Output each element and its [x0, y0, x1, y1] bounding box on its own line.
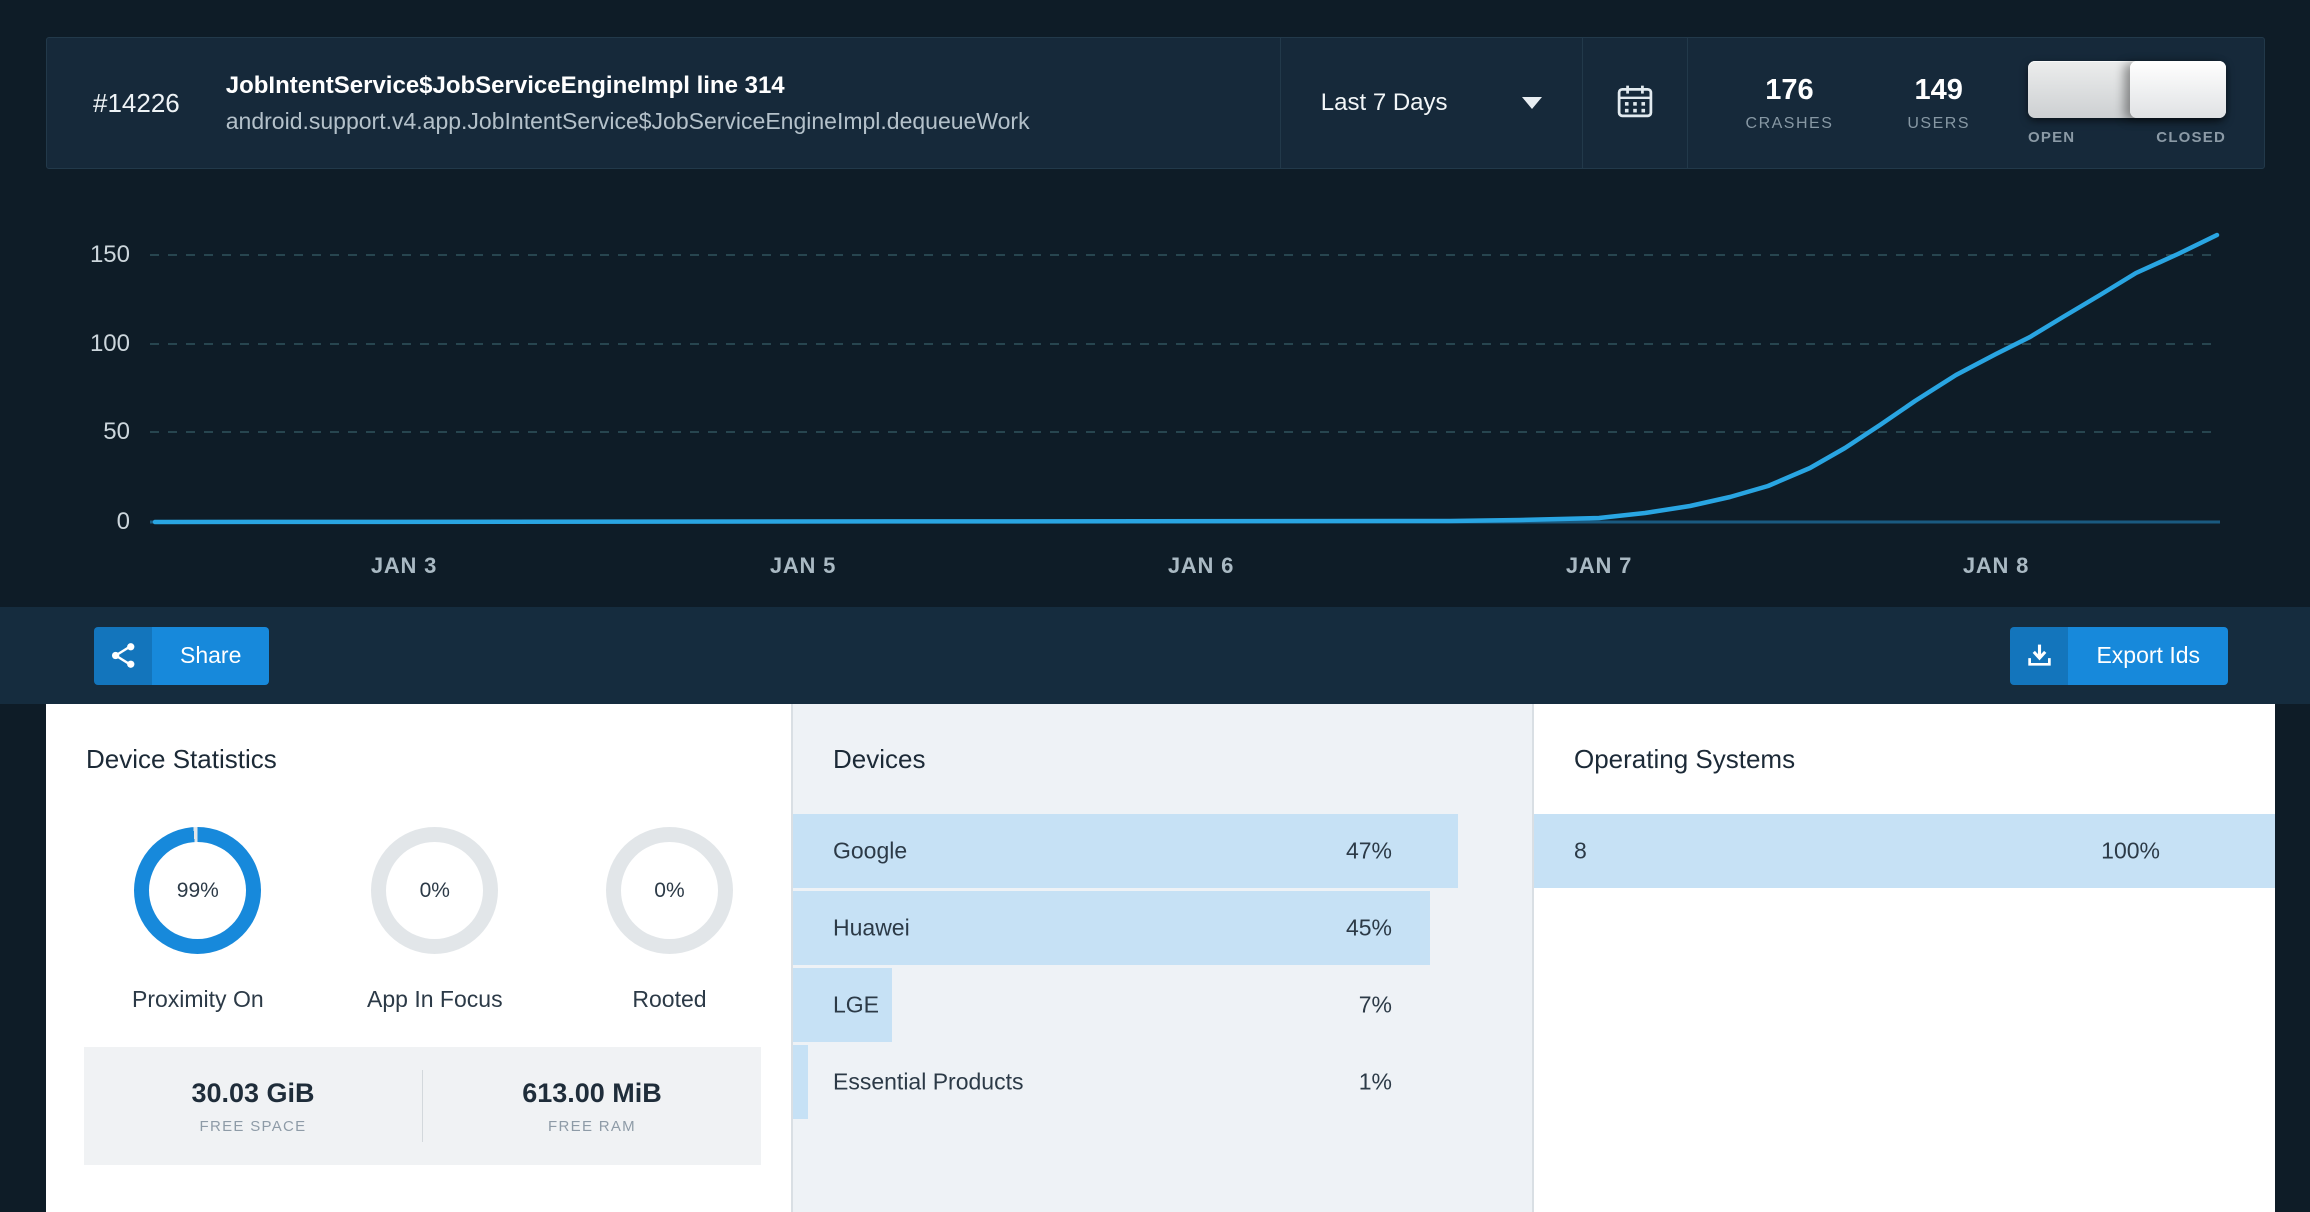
calendar-button[interactable]	[1583, 38, 1687, 168]
crash-status-toggle-block: OPEN CLOSED	[2028, 61, 2264, 146]
xtick-jan8: JAN 8	[1916, 553, 2076, 579]
device-name: Google	[833, 838, 907, 865]
crash-header-bar: #14226 JobIntentService$JobServiceEngine…	[46, 37, 2265, 169]
crash-info: JobIntentService$JobServiceEngineImpl li…	[226, 72, 1280, 135]
operating-systems-panel: Operating Systems 8 100%	[1534, 704, 2275, 1212]
device-percent: 7%	[1359, 992, 1392, 1019]
ytick-50: 50	[30, 420, 130, 444]
donut-ring: 0%	[606, 827, 733, 954]
xtick-jan5: JAN 5	[723, 553, 883, 579]
download-icon	[2010, 627, 2068, 685]
ytick-150: 150	[30, 243, 130, 267]
donut-value: 99%	[149, 842, 246, 939]
os-name: 8	[1574, 838, 1587, 865]
analytics-panels: Device Statistics 99% Proximity On 0% Ap…	[46, 704, 2275, 1212]
os-bar-list: 8 100%	[1534, 814, 2275, 888]
xtick-jan6: JAN 6	[1121, 553, 1281, 579]
metric-crashes: 176 CRASHES	[1746, 74, 1834, 133]
donut-value: 0%	[621, 842, 718, 939]
devices-title: Devices	[833, 744, 1532, 775]
share-button[interactable]: Share	[94, 627, 269, 685]
device-name: LGE	[833, 992, 879, 1019]
bar-fill	[1534, 814, 2275, 888]
donut-ring: 99%	[134, 827, 261, 954]
device-name: Huawei	[833, 915, 910, 942]
device-row-essential-products[interactable]: Essential Products 1%	[793, 1045, 1532, 1119]
free-ram-stat: 613.00 MiB FREE RAM	[423, 1078, 761, 1135]
free-space-label: FREE SPACE	[200, 1118, 307, 1135]
users-count: 149	[1914, 74, 1962, 107]
metric-users: 149 USERS	[1907, 74, 1970, 133]
crashes-count: 176	[1765, 74, 1813, 107]
crash-id: #14226	[47, 88, 226, 119]
os-row-8[interactable]: 8 100%	[1534, 814, 2275, 888]
crash-title: JobIntentService$JobServiceEngineImpl li…	[226, 72, 1280, 100]
share-icon	[94, 627, 152, 685]
devices-panel: Devices Google 47% Huawei 45% LGE 7% Ess…	[793, 704, 1532, 1212]
free-ram-value: 613.00 MiB	[522, 1078, 662, 1109]
xtick-jan3: JAN 3	[324, 553, 484, 579]
date-range-dropdown[interactable]: Last 7 Days	[1281, 38, 1582, 168]
donut-value: 0%	[386, 842, 483, 939]
free-space-stat: 30.03 GiB FREE SPACE	[84, 1078, 422, 1135]
date-range-selected: Last 7 Days	[1321, 89, 1448, 117]
status-toggle[interactable]	[2028, 61, 2226, 118]
device-name: Essential Products	[833, 1069, 1023, 1096]
donut-app-in-focus: 0% App In Focus	[367, 827, 503, 1013]
xtick-jan7: JAN 7	[1519, 553, 1679, 579]
free-ram-label: FREE RAM	[548, 1118, 636, 1135]
memory-stats-box: 30.03 GiB FREE SPACE 613.00 MiB FREE RAM	[84, 1047, 761, 1165]
crashes-series-line	[155, 235, 2217, 522]
actions-band: Share Export Ids	[0, 607, 2310, 704]
os-percent: 100%	[2101, 838, 2160, 865]
ytick-0: 0	[30, 510, 130, 534]
donut-label: Rooted	[632, 986, 706, 1013]
donut-row: 99% Proximity On 0% App In Focus 0% Root…	[132, 827, 733, 1013]
users-label: USERS	[1907, 115, 1970, 133]
chevron-down-icon	[1522, 97, 1542, 109]
device-statistics-title: Device Statistics	[86, 744, 791, 775]
share-button-label: Share	[152, 627, 269, 685]
device-statistics-panel: Device Statistics 99% Proximity On 0% Ap…	[46, 704, 791, 1212]
free-space-value: 30.03 GiB	[191, 1078, 314, 1109]
devices-bar-list: Google 47% Huawei 45% LGE 7% Essential P…	[793, 814, 1532, 1119]
crash-metrics: 176 CRASHES 149 USERS	[1688, 74, 2028, 133]
chart-canvas	[0, 169, 2310, 607]
export-ids-button[interactable]: Export Ids	[2010, 627, 2228, 685]
bar-fill	[793, 1045, 808, 1119]
device-percent: 1%	[1359, 1069, 1392, 1096]
ytick-100: 100	[30, 332, 130, 356]
crashes-label: CRASHES	[1746, 115, 1834, 133]
device-percent: 45%	[1346, 915, 1392, 942]
donut-proximity-on: 99% Proximity On	[132, 827, 264, 1013]
operating-systems-title: Operating Systems	[1574, 744, 2275, 775]
calendar-icon	[1617, 84, 1653, 123]
status-open-label: OPEN	[2028, 129, 2075, 146]
crash-subtitle: android.support.v4.app.JobIntentService$…	[226, 108, 1280, 135]
donut-rooted: 0% Rooted	[606, 827, 733, 1013]
device-row-huawei[interactable]: Huawei 45%	[793, 891, 1532, 965]
donut-label: App In Focus	[367, 986, 503, 1013]
donut-ring: 0%	[371, 827, 498, 954]
device-row-lge[interactable]: LGE 7%	[793, 968, 1532, 1042]
device-row-google[interactable]: Google 47%	[793, 814, 1532, 888]
status-closed-label: CLOSED	[2156, 129, 2226, 146]
device-percent: 47%	[1346, 838, 1392, 865]
status-toggle-labels: OPEN CLOSED	[2028, 129, 2226, 146]
crashes-line-chart: 150 100 50 0 JAN 3 JAN 5 JAN 6 JAN 7 JAN…	[0, 169, 2310, 607]
donut-label: Proximity On	[132, 986, 264, 1013]
status-toggle-knob[interactable]	[2130, 61, 2226, 118]
export-ids-button-label: Export Ids	[2068, 627, 2228, 685]
